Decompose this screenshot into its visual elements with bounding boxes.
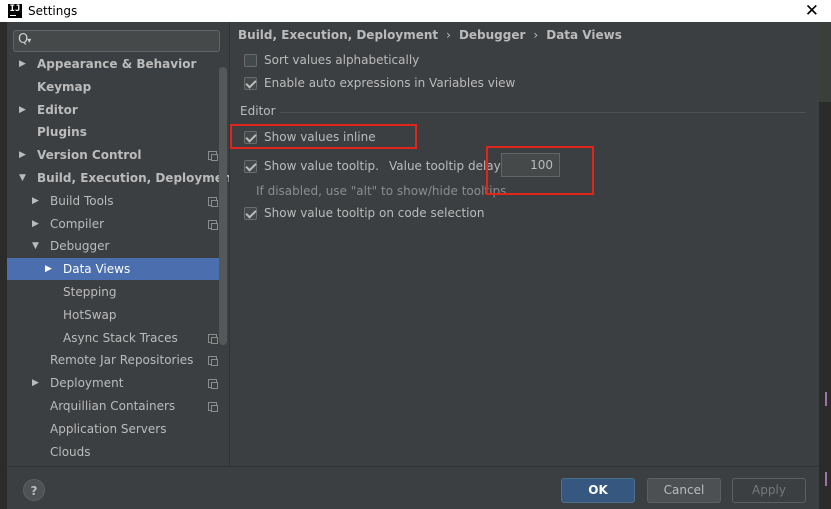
tree-item[interactable]: Async Stack Traces [7,327,219,349]
breadcrumb-item: Build, Execution, Deployment [238,28,439,42]
background-band [819,22,831,102]
collapsed-arrow-icon[interactable]: ▶ [32,213,39,235]
close-icon[interactable]: ✕ [805,1,819,21]
tooltip-on-selection-option[interactable]: Show value tooltip on code selection [244,203,484,223]
tree-item[interactable]: ▶ Data Views [7,258,219,281]
window-title: Settings [28,4,78,18]
sort-alphabetically-checkbox[interactable] [244,53,257,67]
tree-item[interactable]: Arquillian Containers [7,395,219,417]
sort-alphabetically-label: Sort values alphabetically [264,53,420,67]
title-bar: IJ Settings ✕ [0,0,831,22]
collapsed-arrow-icon[interactable]: ▶ [19,144,26,166]
breadcrumb-item: Data Views [546,28,622,42]
tree-item[interactable]: Keymap [7,76,219,98]
tree-item-label: Application Servers [50,421,167,436]
tree-item-label: Deployment [50,376,124,391]
tree-item[interactable]: Remote Jar Repositories [7,349,219,371]
ok-button[interactable]: OK [561,478,635,503]
tree-scrollbar[interactable] [219,67,227,345]
show-values-inline-label: Show values inline [264,130,376,144]
project-level-icon [208,196,218,207]
tree-item[interactable]: Clouds [7,441,219,463]
background-window-edge [819,22,831,508]
collapsed-arrow-icon[interactable]: ▶ [19,53,26,75]
tree-item[interactable]: ▼ Build, Execution, Deployment [7,167,229,189]
cancel-button[interactable]: Cancel [647,478,721,503]
tree-item[interactable]: Stepping [7,281,219,303]
tree-item-label: Data Views [63,262,131,277]
collapsed-arrow-icon[interactable]: ▶ [19,99,26,121]
tree-item-label: Build, Execution, Deployment [37,171,230,185]
tree-item[interactable]: ▶ Version Control [7,144,219,166]
background-glyph [825,392,831,406]
tree-item-label: Clouds [50,444,91,459]
tree-item-label: Version Control [37,148,142,163]
tree-item-label: Keymap [37,79,92,94]
tree-item-label: Remote Jar Repositories [50,353,194,368]
tree-item[interactable]: ▶ Editor [7,99,219,121]
intellij-icon: IJ [8,4,22,18]
collapsed-arrow-icon[interactable]: ▶ [32,372,39,394]
tree-item[interactable]: ▶ Build Tools [7,190,219,212]
dialog-button-bar: ? OK Cancel Apply [7,466,819,509]
tree-item-label: Async Stack Traces [63,330,178,345]
tree-item-label: Stepping [63,285,117,299]
project-level-icon [208,151,218,162]
tree-item-label: Build Tools [50,193,114,208]
show-value-tooltip-label: Show value tooltip. [264,159,379,173]
auto-expressions-label: Enable auto expressions in Variables vie… [264,76,516,90]
tooltip-hint: If disabled, use "alt" to show/hide tool… [256,184,507,198]
tree-item[interactable]: HotSwap [7,304,219,326]
tree-item[interactable]: Plugins [7,121,219,143]
project-level-icon [208,379,218,390]
show-value-tooltip-option[interactable]: Show value tooltip. Value tooltip delay … [244,156,536,176]
tooltip-on-selection-checkbox[interactable] [244,206,257,220]
tree-item-label: Debugger [50,239,110,254]
show-value-tooltip-checkbox[interactable] [244,159,257,173]
tree-item-label: HotSwap [63,307,117,322]
breadcrumb: Build, Execution, Deployment › Debugger › Da… [238,28,622,42]
show-values-inline-checkbox[interactable] [244,130,257,144]
data-views-settings: Build, Execution, Deployment › Debugger › Da… [230,22,819,466]
editor-section-title: Editor [240,104,276,118]
sort-alphabetically-option[interactable]: Sort values alphabetically [244,50,419,70]
settings-search[interactable]: Q [13,30,220,52]
background-glyph [825,472,831,486]
tree-item-label: Editor [37,102,78,117]
tree-item-label: Arquillian Containers [50,399,176,413]
tree-item[interactable]: Application Servers [7,418,219,440]
tree-item[interactable]: ▼ Debugger [7,235,219,257]
auto-expressions-option[interactable]: Enable auto expressions in Variables vie… [244,73,515,93]
settings-tree-panel: Q ▶ Appearance & Behavior Keymap ▶ Editor Plu… [7,22,230,466]
project-level-icon [208,356,218,367]
breadcrumb-separator: › [446,28,451,42]
auto-expressions-checkbox[interactable] [244,76,257,90]
show-values-inline-option[interactable]: Show values inline [244,127,376,147]
project-level-icon [208,333,218,344]
tooltip-on-selection-label: Show value tooltip on code selection [264,206,485,220]
breadcrumb-separator: › [533,28,539,42]
tooltip-delay-input[interactable]: 100 [501,153,560,177]
help-button[interactable]: ? [23,479,45,501]
search-icon: Q [18,32,31,47]
tree-item[interactable]: ▶ Appearance & Behavior [7,53,219,75]
collapsed-arrow-icon[interactable]: ▶ [45,258,52,280]
tree-item-label: Appearance & Behavior [37,57,197,71]
project-level-icon [208,219,218,230]
section-divider [280,112,806,113]
tree-item[interactable]: ▶ Compiler [7,213,219,235]
breadcrumb-item: Debugger [458,28,526,42]
apply-button[interactable]: Apply [732,478,806,503]
collapsed-arrow-icon[interactable]: ▶ [32,190,39,212]
tree-item-label: Compiler [50,216,105,231]
expanded-arrow-icon[interactable]: ▼ [32,235,39,257]
project-level-icon [208,402,218,412]
expanded-arrow-icon[interactable]: ▼ [19,167,26,189]
tree-item[interactable]: ▶ Deployment [7,372,219,394]
tree-item-label: Plugins [37,125,87,140]
